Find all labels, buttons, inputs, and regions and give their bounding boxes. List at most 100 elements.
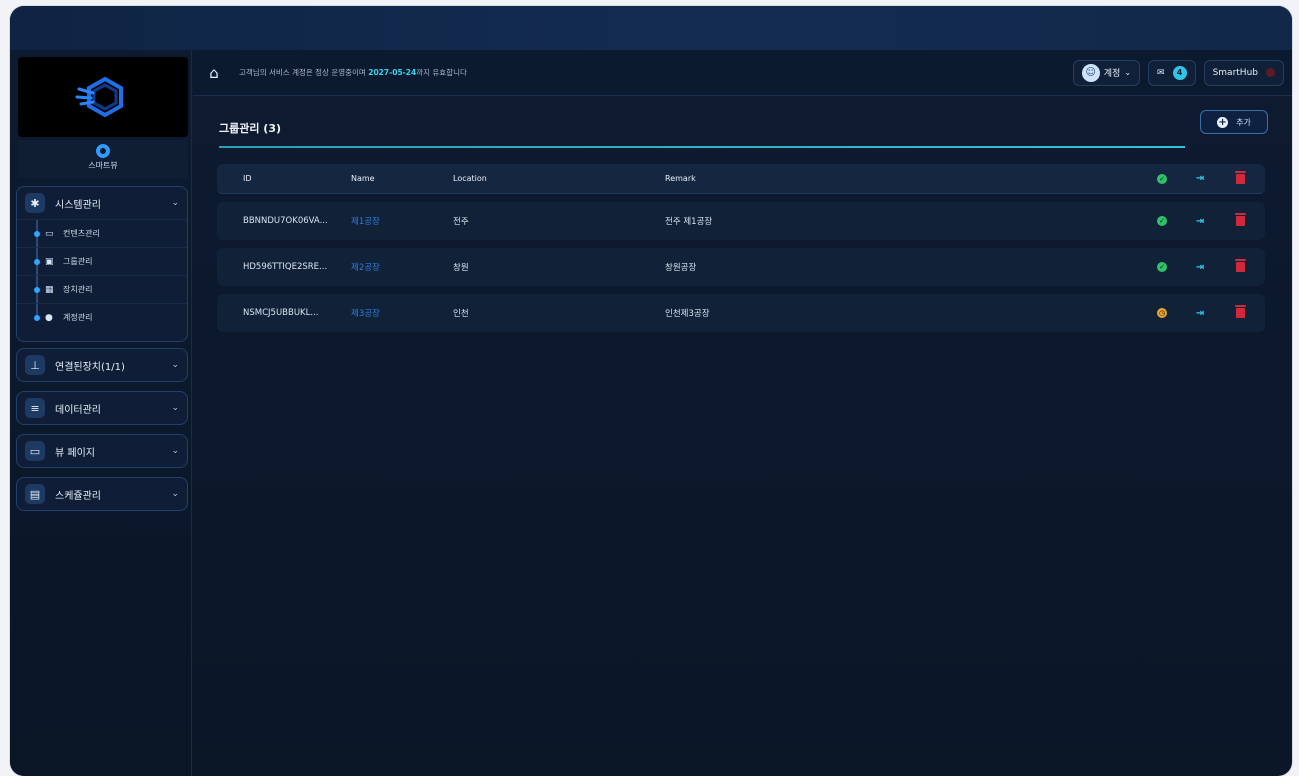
submenu-item-groups[interactable]: ▣ 그룹관리	[17, 247, 187, 275]
menu-label: 뷰 페이지	[55, 447, 95, 459]
table-row[interactable]: NSMCJ5UBBUKL... 제3공장 인천 인천제3공장 ◷ ⇥	[217, 294, 1265, 332]
trash-header-icon	[1233, 170, 1247, 186]
notice-date: 2027-05-24	[368, 68, 417, 77]
cell-name-link[interactable]: 제2공장	[351, 261, 380, 273]
page-title: 그룹관리 (3)	[219, 122, 282, 135]
brand-name: 스마트뷰	[88, 161, 118, 170]
smarthub-button[interactable]: SmartHub	[1203, 59, 1284, 86]
submenu-item-accounts[interactable]: ● 계정관리	[17, 303, 187, 331]
bullet-dot	[34, 315, 40, 321]
account-label: 계정	[1103, 69, 1121, 79]
table-header: ID Name Location Remark ✓ ⇥	[217, 164, 1265, 194]
table-row[interactable]: BBNNDU7OK06VA... 제1공장 전주 전주 제1공장 ✓ ⇥	[217, 202, 1265, 240]
column-header-id: ID	[243, 174, 252, 183]
plus-icon: +	[1217, 116, 1229, 128]
menu-label: 스케쥴관리	[55, 490, 101, 502]
cell-id: BBNNDU7OK06VA...	[243, 216, 328, 226]
brand: 스마트뷰	[18, 140, 188, 178]
home-icon[interactable]: ⌂	[203, 62, 225, 84]
cell-remark: 창원공장	[665, 263, 697, 273]
submenu-label: 계정관리	[63, 313, 93, 322]
chevron-down-icon: ⌄	[171, 198, 179, 208]
table-row[interactable]: HD596TTIQE2SRE... 제2공장 창원 창원공장 ✓ ⇥	[217, 248, 1265, 286]
service-notice: 고객님의 서비스 계정은 정상 운영중이며 2027-05-24까지 유효합니다	[239, 67, 1065, 78]
notice-prefix: 고객님의 서비스 계정은 정상 운영중이며	[239, 68, 369, 77]
delete-icon[interactable]	[1233, 259, 1247, 274]
status-dot	[1266, 68, 1275, 77]
calendar-icon: ▤	[25, 484, 45, 504]
status-header-icon: ✓	[1155, 172, 1169, 186]
topbar: ⌂ 고객님의 서비스 계정은 정상 운영중이며 2027-05-24까지 유효합…	[193, 50, 1292, 96]
menu-group-connected: ⊥ 연결된장치(1/1) ⌄	[16, 348, 188, 382]
bullet-dot	[34, 259, 40, 265]
add-label: 추가	[1236, 117, 1251, 127]
menu-label: 연결된장치(1/1)	[55, 361, 125, 373]
window-icon: ▭	[45, 228, 54, 239]
column-header-remark: Remark	[665, 174, 696, 183]
delete-icon[interactable]	[1233, 305, 1247, 320]
menu-head-data[interactable]: ≡ 데이터관리 ⌄	[17, 392, 187, 424]
app-window: 스마트뷰 ✱ 시스템관리 ⌄ ▭ 컨텐츠관리 ▣ 그룹관리 ▦ 장치관리 ● 계…	[10, 6, 1292, 776]
title-underline	[219, 146, 1185, 148]
menu-head-schedule[interactable]: ▤ 스케쥴관리 ⌄	[17, 478, 187, 510]
cell-location: 창원	[453, 263, 469, 273]
chevron-down-icon: ⌄	[171, 360, 179, 370]
group-table: ID Name Location Remark ✓ ⇥ BBNNDU7OK06V…	[217, 164, 1265, 340]
bullet-dot	[34, 287, 40, 293]
smarthub-label: SmartHub	[1212, 67, 1258, 78]
cell-id: NSMCJ5UBBUKL...	[243, 308, 319, 318]
submenu-item-devices[interactable]: ▦ 장치관리	[17, 275, 187, 303]
sidebar: 스마트뷰 ✱ 시스템관리 ⌄ ▭ 컨텐츠관리 ▣ 그룹관리 ▦ 장치관리 ● 계…	[10, 50, 192, 776]
chevron-down-icon: ⌄	[171, 489, 179, 499]
connect-icon[interactable]: ⇥	[1193, 260, 1207, 274]
avatar-icon: ☺	[1081, 63, 1100, 82]
status-ok-icon[interactable]: ✓	[1155, 214, 1169, 228]
mail-count-badge: 4	[1172, 65, 1187, 80]
column-header-name: Name	[351, 174, 375, 183]
submenu-item-contents[interactable]: ▭ 컨텐츠관리	[17, 219, 187, 247]
keyboard-icon: ▦	[45, 284, 54, 295]
status-pending-icon[interactable]: ◷	[1155, 306, 1169, 320]
brand-icon	[96, 144, 110, 158]
chevron-down-icon: ⌄	[171, 403, 179, 413]
mail-icon: ✉	[1157, 67, 1165, 78]
menu-group-system: ✱ 시스템관리 ⌄ ▭ 컨텐츠관리 ▣ 그룹관리 ▦ 장치관리 ● 계정관리	[16, 186, 188, 342]
notice-suffix: 까지 유효합니다	[416, 68, 467, 77]
menu-head-view[interactable]: ▭ 뷰 페이지 ⌄	[17, 435, 187, 467]
user-icon: ●	[45, 312, 53, 323]
mail-button[interactable]: ✉ 4	[1148, 59, 1196, 86]
window-top-strip	[10, 6, 1292, 50]
menu-head-system[interactable]: ✱ 시스템관리 ⌄	[17, 187, 187, 219]
account-button[interactable]: ☺ 계정 ⌄	[1072, 59, 1141, 86]
chevron-down-icon: ⌄	[1124, 68, 1132, 77]
cell-name-link[interactable]: 제1공장	[351, 215, 380, 227]
menu-label: 시스템관리	[55, 199, 101, 211]
delete-icon[interactable]	[1233, 213, 1247, 228]
cell-location: 인천	[453, 309, 469, 319]
bullet-dot	[34, 231, 40, 237]
chevron-down-icon: ⌄	[171, 446, 179, 456]
cell-location: 전주	[453, 217, 469, 227]
cell-remark: 인천제3공장	[665, 309, 710, 319]
connect-icon[interactable]: ⇥	[1193, 214, 1207, 228]
menu-group-data: ≡ 데이터관리 ⌄	[16, 391, 188, 425]
status-ok-icon[interactable]: ✓	[1155, 260, 1169, 274]
submenu-list: ▭ 컨텐츠관리 ▣ 그룹관리 ▦ 장치관리 ● 계정관리	[17, 219, 187, 333]
logo	[18, 57, 188, 137]
gear-icon: ✱	[25, 193, 45, 213]
menu-label: 데이터관리	[55, 404, 101, 416]
menu-group-view: ▭ 뷰 페이지 ⌄	[16, 434, 188, 468]
database-icon: ≡	[25, 398, 45, 418]
group-icon: ▣	[45, 256, 54, 267]
main-content: ⌂ 고객님의 서비스 계정은 정상 운영중이며 2027-05-24까지 유효합…	[193, 50, 1292, 776]
submenu-label: 컨텐츠관리	[63, 229, 100, 238]
connect-icon[interactable]: ⇥	[1193, 306, 1207, 320]
cell-id: HD596TTIQE2SRE...	[243, 262, 328, 272]
logo-hexagon-icon	[75, 76, 123, 118]
menu-head-connected[interactable]: ⊥ 연결된장치(1/1) ⌄	[17, 349, 187, 381]
add-button[interactable]: + 추가	[1200, 110, 1268, 134]
menu-group-schedule: ▤ 스케쥴관리 ⌄	[16, 477, 188, 511]
sitemap-icon: ⊥	[25, 355, 45, 375]
cell-name-link[interactable]: 제3공장	[351, 307, 380, 319]
column-header-location: Location	[453, 174, 487, 183]
